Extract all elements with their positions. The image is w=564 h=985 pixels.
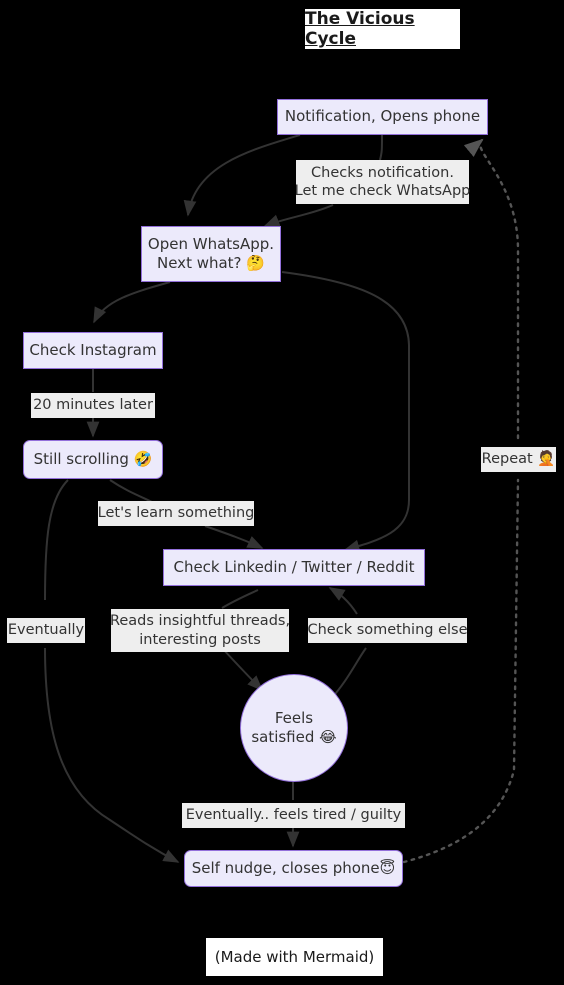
flowchart-diagram: The Vicious Cycle Notification, Opens ph… <box>0 0 564 985</box>
edge-satisfied-to-linkedin <box>330 588 367 701</box>
edge-label-repeat: Repeat 🤦 <box>481 447 556 472</box>
edge-whatsapp-to-linkedin <box>281 271 410 553</box>
edge-label-eventually: Eventually <box>7 618 85 643</box>
node-self-nudge[interactable]: Self nudge, closes phone😇 <box>184 850 403 887</box>
edge-label-check-something-else: Check something else <box>307 618 468 643</box>
edge-label-checks-notification: Checks notification. Let me check WhatsA… <box>295 160 470 204</box>
diagram-footer: (Made with Mermaid) <box>206 938 383 976</box>
edge-layer <box>44 0 520 985</box>
edge-notification-to-whatsapp-left <box>183 134 301 217</box>
edge-label-reads-threads: Reads insightful threads, interesting po… <box>110 609 290 652</box>
node-check-linkedin-twitter-reddit[interactable]: Check Linkedin / Twitter / Reddit <box>163 549 425 586</box>
node-notification[interactable]: Notification, Opens phone <box>277 99 488 135</box>
node-open-whatsapp[interactable]: Open WhatsApp. Next what? 🤔 <box>141 226 281 282</box>
edge-label-eventually-tired: Eventually.. feels tired / guilty <box>182 803 405 828</box>
node-feels-satisfied[interactable]: Feels satisfied 😂 <box>240 674 348 782</box>
diagram-title: The Vicious Cycle <box>305 9 460 49</box>
node-check-instagram[interactable]: Check Instagram <box>23 332 163 369</box>
edge-whatsapp-to-instagram <box>93 281 171 324</box>
edge-label-learn-something: Let's learn something <box>98 501 254 526</box>
edge-scrolling-to-selfnudge <box>44 479 178 862</box>
edge-selfnudge-to-notification-repeat <box>402 140 520 864</box>
edge-label-twenty-minutes-later: 20 minutes later <box>31 393 155 418</box>
node-still-scrolling[interactable]: Still scrolling 🤣 <box>23 440 163 479</box>
